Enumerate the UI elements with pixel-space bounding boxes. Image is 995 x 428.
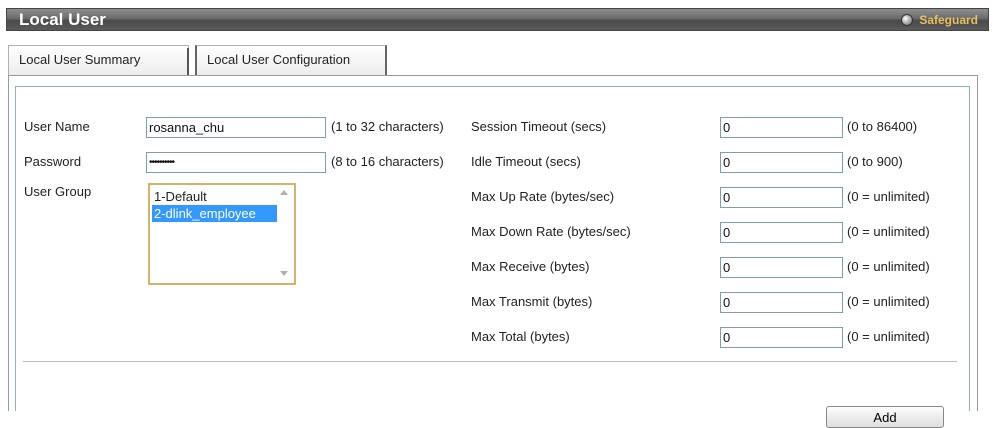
tab-local-user-configuration[interactable]: Local User Configuration (195, 45, 387, 75)
user-name-input[interactable] (146, 117, 326, 138)
max-transmit-hint: (0 = unlimited) (847, 294, 930, 309)
idle-timeout-input[interactable] (720, 152, 843, 173)
idle-timeout-hint: (0 to 900) (847, 154, 903, 169)
user-name-hint: (1 to 32 characters) (331, 119, 444, 134)
max-down-rate-input[interactable] (720, 222, 843, 243)
form-divider (23, 361, 957, 362)
scroll-up-arrow-icon[interactable] (280, 190, 288, 195)
max-receive-label: Max Receive (bytes) (471, 259, 590, 274)
max-up-rate-input[interactable] (720, 187, 843, 208)
user-group-label: User Group (24, 184, 92, 199)
max-total-label: Max Total (bytes) (471, 329, 570, 344)
safeguard-label: Safeguard (919, 13, 978, 27)
password-hint: (8 to 16 characters) (331, 154, 444, 169)
user-group-listbox[interactable]: 1-Default 2-dlink_employee (148, 183, 296, 285)
password-input[interactable]: •••••••••• (146, 152, 326, 173)
max-total-input[interactable] (720, 327, 843, 348)
tab-local-user-summary[interactable]: Local User Summary (8, 45, 189, 76)
page-title: Local User (19, 10, 106, 29)
max-total-hint: (0 = unlimited) (847, 329, 930, 344)
idle-timeout-label: Idle Timeout (secs) (471, 154, 581, 169)
user-group-option-dlink-employee[interactable]: 2-dlink_employee (152, 205, 277, 222)
session-timeout-label: Session Timeout (secs) (471, 119, 607, 134)
max-up-rate-hint: (0 = unlimited) (847, 189, 930, 204)
safeguard-status-icon (901, 14, 914, 26)
title-bar: Local User Safeguard (6, 8, 989, 31)
max-down-rate-label: Max Down Rate (bytes/sec) (471, 224, 631, 239)
user-name-label: User Name (24, 119, 90, 134)
max-up-rate-label: Max Up Rate (bytes/sec) (471, 189, 615, 204)
user-group-option-default[interactable]: 1-Default (152, 188, 277, 205)
max-receive-hint: (0 = unlimited) (847, 259, 930, 274)
session-timeout-input[interactable] (720, 117, 843, 138)
session-timeout-hint: (0 to 86400) (847, 119, 918, 134)
scroll-down-arrow-icon[interactable] (280, 271, 288, 276)
max-down-rate-hint: (0 = unlimited) (847, 224, 930, 239)
max-receive-input[interactable] (720, 257, 843, 278)
max-transmit-label: Max Transmit (bytes) (471, 294, 593, 309)
password-label: Password (24, 154, 82, 169)
safeguard-button[interactable]: Safeguard (901, 12, 978, 28)
max-transmit-input[interactable] (720, 292, 843, 313)
add-button[interactable]: Add (826, 406, 944, 428)
